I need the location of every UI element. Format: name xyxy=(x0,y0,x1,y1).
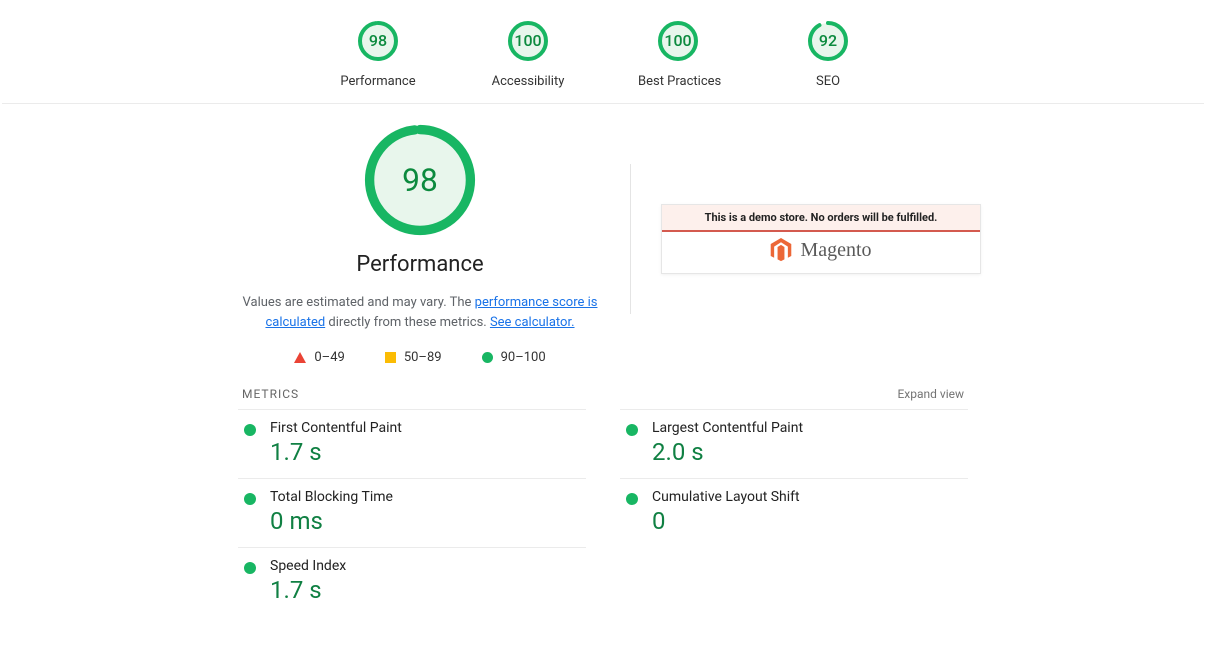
gauge-accessibility[interactable]: 100 Accessibility xyxy=(488,18,568,89)
score-legend: 0–49 50–89 90–100 xyxy=(240,350,600,365)
gauge-score: 100 xyxy=(664,31,691,50)
legend-average-range: 50–89 xyxy=(404,350,442,365)
notes-middle: directly from these metrics. xyxy=(325,315,490,330)
score-gauges-row: 98 Performance 100 Accessibility 100 Best Pra… xyxy=(0,0,1206,103)
metric-name: Largest Contentful Paint xyxy=(652,420,803,436)
gauge-score: 98 xyxy=(369,31,387,50)
gauge-performance[interactable]: 98 Performance xyxy=(338,18,418,89)
metric-total-blocking-time: Total Blocking Time 0 ms xyxy=(238,478,586,547)
performance-title: Performance xyxy=(240,252,600,277)
gauge-score: 92 xyxy=(819,31,837,50)
magento-icon xyxy=(770,238,792,262)
performance-gauge-large: 98 xyxy=(240,124,600,240)
gauge-best-practices[interactable]: 100 Best Practices xyxy=(638,18,718,89)
triangle-icon xyxy=(294,352,306,363)
performance-notes: Values are estimated and may vary. The p… xyxy=(240,293,600,332)
pass-dot-icon xyxy=(244,493,256,505)
demo-store-banner: This is a demo store. No orders will be … xyxy=(662,205,980,232)
pass-dot-icon xyxy=(244,562,256,574)
magento-wordmark: Magento xyxy=(800,239,871,262)
see-calculator-link[interactable]: See calculator. xyxy=(490,315,575,330)
legend-fail: 0–49 xyxy=(294,350,344,365)
pass-dot-icon xyxy=(626,424,638,436)
metric-value: 2.0 s xyxy=(652,438,803,466)
metric-largest-contentful-paint: Largest Contentful Paint 2.0 s xyxy=(620,409,968,478)
metric-value: 0 xyxy=(652,507,800,535)
circle-icon xyxy=(482,352,493,363)
legend-average: 50–89 xyxy=(385,350,442,365)
pass-dot-icon xyxy=(244,424,256,436)
page-preview-thumbnail: This is a demo store. No orders will be … xyxy=(661,204,981,274)
notes-prefix: Values are estimated and may vary. The xyxy=(243,295,475,310)
metric-first-contentful-paint: First Contentful Paint 1.7 s xyxy=(238,409,586,478)
metric-name: Cumulative Layout Shift xyxy=(652,489,800,505)
square-icon xyxy=(385,352,396,363)
gauge-label: SEO xyxy=(788,74,868,89)
gauge-label: Accessibility xyxy=(488,74,568,89)
pass-dot-icon xyxy=(626,493,638,505)
performance-score-large: 98 xyxy=(402,162,438,199)
metric-cumulative-layout-shift: Cumulative Layout Shift 0 xyxy=(620,478,968,547)
metric-value: 1.7 s xyxy=(270,438,402,466)
magento-logo: Magento xyxy=(662,232,980,262)
metric-name: Speed Index xyxy=(270,558,346,574)
legend-pass-range: 90–100 xyxy=(501,350,546,365)
expand-view-toggle[interactable]: Expand view xyxy=(897,387,964,401)
legend-fail-range: 0–49 xyxy=(314,350,344,365)
metric-value: 1.7 s xyxy=(270,576,346,604)
gauge-seo[interactable]: 92 SEO xyxy=(788,18,868,89)
metric-name: First Contentful Paint xyxy=(270,420,402,436)
gauge-label: Best Practices xyxy=(638,74,718,89)
metric-speed-index: Speed Index 1.7 s xyxy=(238,547,586,616)
metric-value: 0 ms xyxy=(270,507,393,535)
gauge-score: 100 xyxy=(514,31,541,50)
gauge-label: Performance xyxy=(338,74,418,89)
metric-name: Total Blocking Time xyxy=(270,489,393,505)
metrics-heading: METRICS xyxy=(242,387,299,401)
legend-pass: 90–100 xyxy=(482,350,546,365)
metrics-grid: First Contentful Paint 1.7 s Largest Conte… xyxy=(0,409,1206,636)
